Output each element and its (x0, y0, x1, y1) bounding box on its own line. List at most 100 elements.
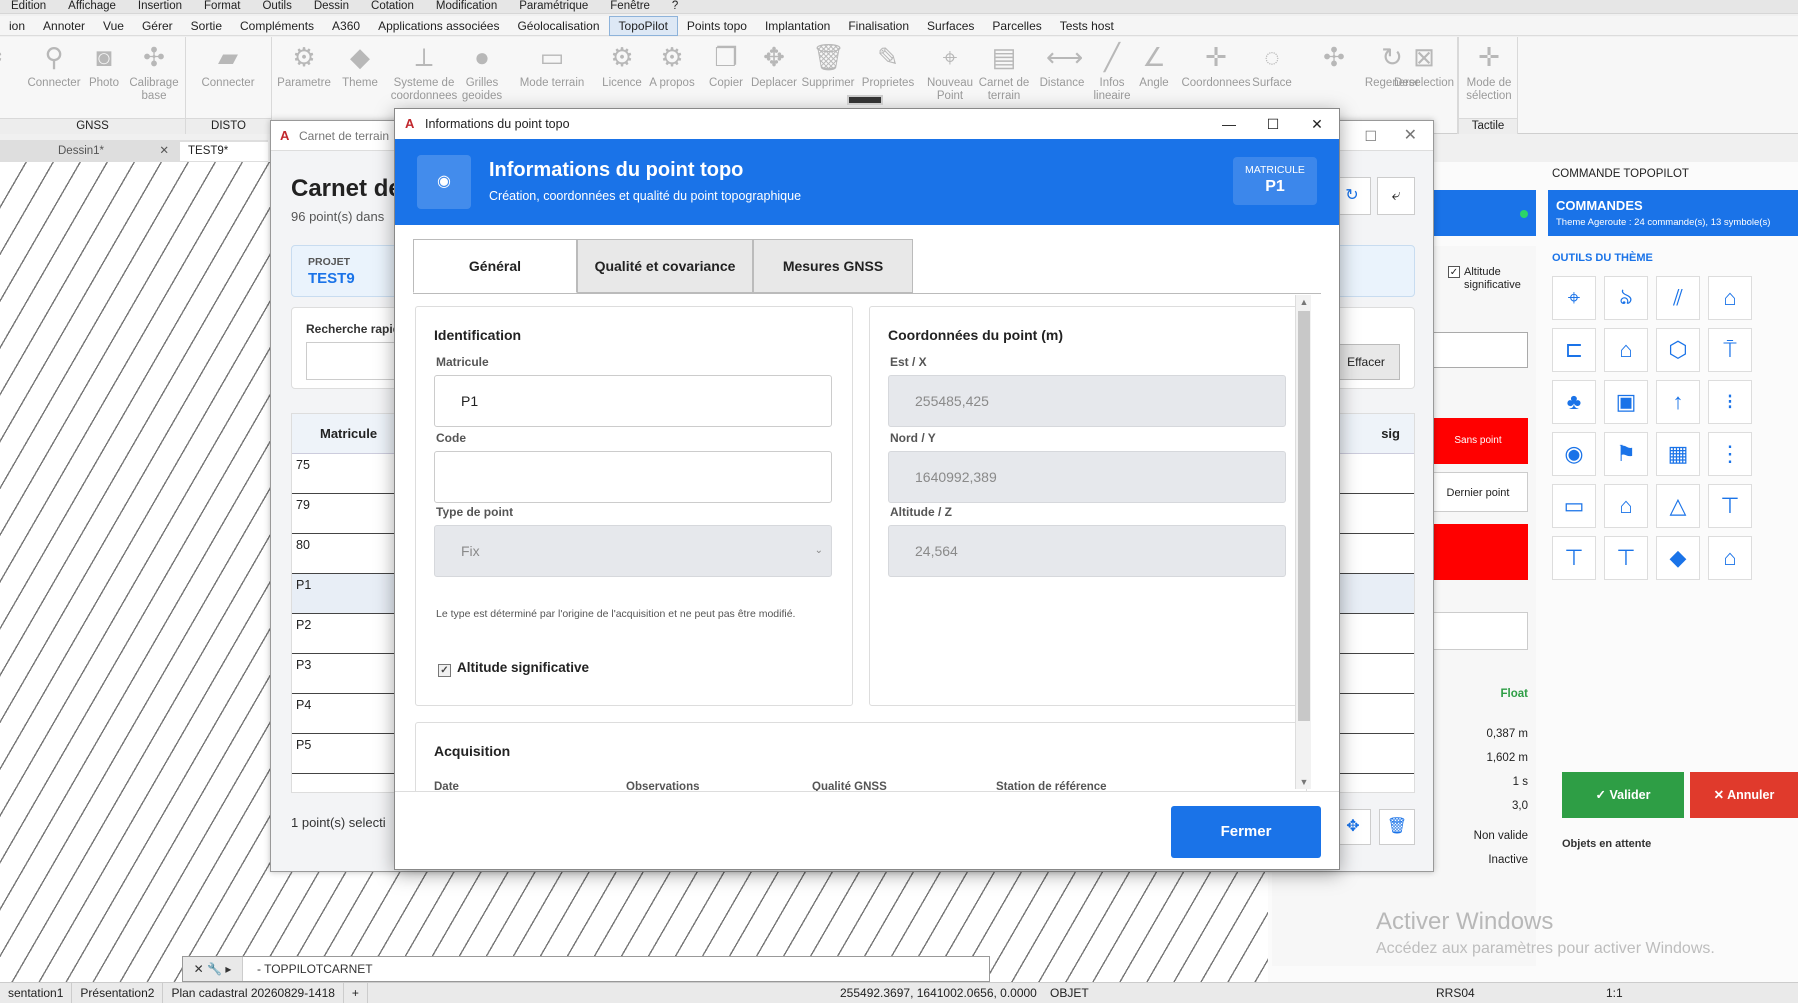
command-line[interactable]: ✕ 🔧 ▸ - TOPPILOTCARNET (182, 956, 990, 982)
tab-mesures-gnss[interactable]: Mesures GNSS (753, 239, 913, 293)
doc-tab-test9[interactable]: TEST9* (180, 142, 268, 161)
menu-item[interactable]: ? (661, 0, 689, 13)
ribbon-tab[interactable]: Applications associées (369, 17, 508, 35)
layout-tab[interactable]: Présentation2 (72, 983, 164, 1003)
ribbon-tab[interactable]: Annoter (34, 17, 94, 35)
ribbon-button-rer[interactable]: ⚙rer (0, 41, 24, 90)
ribbon-button-connecter-disto[interactable]: ▰ Connecter (196, 41, 260, 90)
altitude-sig-checkbox[interactable]: ✓ Altitude significative (438, 660, 589, 677)
fence-icon[interactable]: ▦ (1656, 432, 1700, 476)
menu-item[interactable]: Fenêtre (599, 0, 661, 13)
dernier-point-button[interactable]: Dernier point (1428, 472, 1528, 512)
command-line-tools[interactable]: ✕ 🔧 ▸ (183, 957, 243, 981)
matricule-input[interactable]: P1 (434, 375, 832, 427)
layout-tab[interactable]: + (344, 983, 368, 1003)
streetlight-icon[interactable]: ⍑ (1708, 328, 1752, 372)
move-point-icon[interactable]: ✥ (1335, 809, 1371, 845)
ribbon-button-carnet[interactable]: ▤ Carnet de terrain (972, 41, 1036, 103)
ribbon-button-deselection[interactable]: ⊠ Deselection (1392, 41, 1456, 90)
pipe-icon[interactable]: ⊏ (1552, 328, 1596, 372)
maximize-icon[interactable]: ☐ (1251, 109, 1295, 139)
grid-icon[interactable]: ◆ (1656, 536, 1700, 580)
school-icon[interactable]: ⌂ (1708, 536, 1752, 580)
shop-icon[interactable]: ⌂ (1604, 484, 1648, 528)
buildings-icon[interactable]: ⌂ (1604, 328, 1648, 372)
vertical-scrollbar[interactable]: ▲ ▼ (1295, 295, 1311, 789)
road-icon[interactable]: ⫽ (1656, 276, 1700, 320)
red-action-button[interactable] (1428, 524, 1528, 580)
layout-tab[interactable]: sentation1 (0, 983, 73, 1003)
menu-item[interactable]: Modification (425, 0, 508, 13)
ribbon-tab[interactable]: Points topo (678, 17, 756, 35)
mound-icon[interactable]: △ (1656, 484, 1700, 528)
close-button[interactable]: Fermer (1171, 806, 1321, 858)
tab-general[interactable]: Général (413, 239, 577, 293)
bridge-icon[interactable]: ⌂ (1708, 276, 1752, 320)
panel-input[interactable] (1428, 612, 1528, 650)
valider-button[interactable]: ✓ Valider (1562, 772, 1684, 818)
ribbon-tab[interactable]: Surfaces (918, 17, 983, 35)
sans-point-button[interactable]: Sans point (1428, 418, 1528, 464)
ribbon-tab[interactable]: Implantation (756, 17, 839, 35)
ribbon-button-calibrage[interactable]: ✣ Calibrage base (122, 41, 186, 103)
pylon-icon[interactable]: ⊤ (1552, 536, 1596, 580)
menu-item[interactable]: Edition (0, 0, 57, 13)
tab-qualite[interactable]: Qualité et covariance (577, 239, 753, 293)
ribbon-button-surface[interactable]: ◌ Surface (1240, 41, 1304, 90)
annuler-button[interactable]: ✕ Annuler (1690, 772, 1798, 818)
manhole-icon[interactable]: ◉ (1552, 432, 1596, 476)
ribbon-tab[interactable]: Gérer (133, 17, 182, 35)
ribbon-button-snap[interactable]: ✣ (1302, 41, 1366, 77)
ribbon-tab[interactable]: Sortie (182, 17, 231, 35)
trash-icon[interactable]: 🗑 (1379, 809, 1415, 845)
tree-icon[interactable]: ♣ (1552, 380, 1596, 424)
ribbon-button-mode-selection[interactable]: ✛ Mode de sélection (1457, 41, 1521, 103)
close-icon[interactable]: ✕ (159, 142, 169, 160)
ribbon-button-angle[interactable]: ∠ Angle (1122, 41, 1186, 90)
target-icon[interactable]: ⌖ (1552, 276, 1596, 320)
pole-icon[interactable]: ⊤ (1708, 484, 1752, 528)
ribbon-tab[interactable]: Parcelles (983, 17, 1050, 35)
power-pole-icon[interactable]: ⊤ (1604, 536, 1648, 580)
ribbon-tab[interactable]: Vue (94, 17, 133, 35)
traffic-light-icon[interactable]: ⁝ (1708, 380, 1752, 424)
menu-item[interactable]: Insertion (127, 0, 193, 13)
close-icon[interactable]: ✕ (1295, 109, 1339, 139)
export-icon[interactable]: ⤶ (1377, 177, 1415, 215)
ribbon-button-parametre[interactable]: ⚙ Parametre (272, 41, 336, 90)
panel-icon[interactable]: ▭ (1552, 484, 1596, 528)
flag-icon[interactable]: ⚑ (1604, 432, 1648, 476)
ribbon-tab[interactable]: Tests host (1051, 17, 1123, 35)
ribbon-tab[interactable]: Finalisation (839, 17, 918, 35)
panel-select[interactable] (1428, 332, 1528, 368)
menu-item[interactable]: Dessin (303, 0, 360, 13)
model-space-toggle[interactable]: OBJET (1050, 983, 1089, 1003)
ribbon-button-supprimer[interactable]: 🗑 Supprimer (796, 41, 860, 90)
close-icon[interactable]: ✕ (1404, 121, 1417, 151)
code-input[interactable] (434, 451, 832, 503)
ribbon-button-grilles[interactable]: ● Grilles geoides (450, 41, 514, 103)
scrollbar-thumb[interactable] (1298, 311, 1310, 721)
ribbon-button-mode-terrain[interactable]: ▭ Mode terrain (512, 41, 592, 90)
house-icon[interactable]: ⬡ (1656, 328, 1700, 372)
altitude-sig-checkbox-panel[interactable]: ✓ Altitude significative (1448, 266, 1534, 292)
drag-grip[interactable] (847, 95, 883, 105)
lamp-icon[interactable]: ↑ (1656, 380, 1700, 424)
ribbon-tab[interactable]: TopoPilot (608, 15, 678, 36)
bird-icon[interactable]: ঌ (1604, 276, 1648, 320)
ribbon-tab[interactable]: Géolocalisation (508, 17, 608, 35)
chevron-down-icon[interactable]: ▼ (1296, 777, 1312, 787)
barrier-icon[interactable]: ⋮ (1708, 432, 1752, 476)
menu-item[interactable]: Outils (251, 0, 302, 13)
ribbon-tab[interactable]: Compléments (231, 17, 323, 35)
annotation-scale[interactable]: 1:1 (1606, 983, 1623, 1003)
ribbon-button-proprietes[interactable]: ✎ Proprietes (856, 41, 920, 90)
menu-item[interactable]: Affichage (57, 0, 127, 13)
coordinate-system[interactable]: RRS04 (1436, 983, 1475, 1003)
layout-tab[interactable]: Plan cadastral 20260829-1418 (163, 983, 344, 1003)
ribbon-tab[interactable]: A360 (323, 17, 369, 35)
doc-tab-dessin1[interactable]: Dessin1* ✕ (50, 142, 175, 161)
minimize-icon[interactable]: — (1207, 109, 1251, 139)
menu-item[interactable]: Paramétrique (508, 0, 599, 13)
ribbon-button-theme[interactable]: ◆ Theme (328, 41, 392, 90)
